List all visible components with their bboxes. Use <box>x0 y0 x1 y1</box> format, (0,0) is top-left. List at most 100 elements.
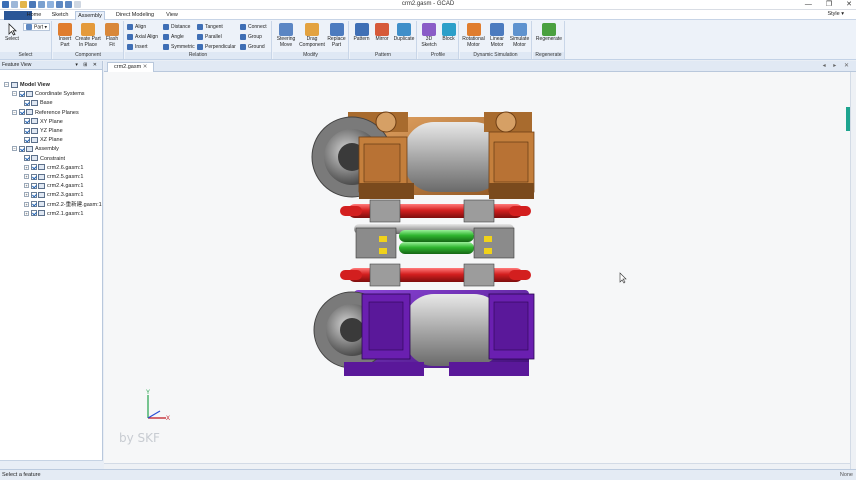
tree-expander-icon[interactable]: − <box>12 146 17 152</box>
style-menu[interactable]: Style ▾ <box>827 11 844 17</box>
tree-item[interactable]: − Coordinate Systems <box>12 90 85 99</box>
status-right: None <box>839 472 853 478</box>
insert-relation-button[interactable]: Insert <box>127 43 148 51</box>
tree-expander-icon[interactable]: + <box>24 201 29 207</box>
insert-part-button[interactable]: Insert Part <box>55 23 75 48</box>
linear-motor-label: Linear Motor <box>490 36 504 48</box>
tree-item[interactable]: − Reference Planes <box>12 109 79 118</box>
tree-item[interactable]: + crm2.1.gasm:1 <box>24 210 83 219</box>
part-filter-dropdown[interactable]: Part ▾ <box>23 23 51 31</box>
visibility-checkbox[interactable] <box>19 145 25 152</box>
symmetric-label: Symmetric <box>171 44 195 50</box>
tree-item[interactable]: + crm2.4.gasm:1 <box>24 182 83 191</box>
block-button[interactable]: Block <box>439 23 458 43</box>
steering-move-button[interactable]: Steering Move <box>274 23 298 48</box>
document-tab-crm2[interactable]: crm2.gasm ✕ <box>107 62 155 72</box>
top-motor[interactable] <box>311 111 535 199</box>
rotational-motor-label: Rotational Motor <box>462 36 485 48</box>
close-button[interactable]: ✕ <box>846 0 852 9</box>
select-button[interactable]: Select <box>2 23 22 43</box>
minimize-button[interactable]: — <box>805 0 812 9</box>
tree-expander-icon[interactable]: − <box>12 109 17 115</box>
visibility-checkbox[interactable] <box>24 155 30 162</box>
tree-expander-icon[interactable]: + <box>24 164 29 170</box>
create-part-in-place-button[interactable]: Create Part In Place <box>75 23 101 48</box>
duplicate-button[interactable]: Duplicate <box>392 23 416 43</box>
document-nav-controls[interactable]: ◂ ▸ ✕ <box>823 62 852 69</box>
tree-expander-icon[interactable]: + <box>24 183 29 189</box>
visibility-checkbox[interactable] <box>31 164 37 171</box>
group-label-modify: Modify <box>273 52 348 59</box>
tab-close-icon[interactable]: ✕ <box>143 64 148 70</box>
visibility-checkbox[interactable] <box>24 136 30 143</box>
visibility-checkbox[interactable] <box>31 182 37 189</box>
app-window: crm2.gasm - GCAD — ❐ ✕ Home Sketch Assem… <box>0 0 856 480</box>
group-button[interactable]: Group <box>240 33 262 41</box>
pattern-button[interactable]: Pattern <box>351 23 372 43</box>
tree-expander-icon[interactable]: − <box>12 91 17 97</box>
tree-item[interactable]: + crm2.5.gasm:1 <box>24 173 83 182</box>
visibility-checkbox[interactable] <box>31 210 37 217</box>
linear-motor-button[interactable]: Linear Motor <box>486 23 508 48</box>
roller-stack[interactable] <box>340 199 531 287</box>
tab-direct-modeling[interactable]: Direct Modeling <box>110 11 160 20</box>
tree-item[interactable]: + crm2.3.gasm:1 <box>24 191 83 200</box>
3d-sketch-label: 3D Sketch <box>421 36 437 48</box>
bottom-motor[interactable] <box>313 290 535 376</box>
tree-item[interactable]: + crm2.2-重新建.gasm:1 <box>24 201 102 210</box>
tree-item[interactable]: YZ Plane <box>24 127 63 136</box>
tree-expander-icon[interactable]: + <box>24 174 29 180</box>
parallel-button[interactable]: Parallel <box>197 33 222 41</box>
tree-item-label: crm2.3.gasm:1 <box>47 192 84 199</box>
ribbon-group-select: Select Part ▾ Select <box>0 21 52 59</box>
symmetric-button[interactable]: Symmetric <box>163 43 195 51</box>
axial-align-button[interactable]: Axial Align <box>127 33 158 41</box>
distance-button[interactable]: Distance <box>163 23 190 31</box>
visibility-checkbox[interactable] <box>24 99 30 106</box>
tree-item[interactable]: XZ Plane <box>24 136 63 145</box>
regenerate-button[interactable]: Regenerate <box>534 23 564 43</box>
tree-item[interactable]: − Assembly <box>12 145 59 154</box>
maximize-button[interactable]: ❐ <box>826 0 832 9</box>
ground-button[interactable]: Ground <box>240 43 265 51</box>
visibility-checkbox[interactable] <box>31 191 37 198</box>
tree-item[interactable]: Base <box>24 99 53 108</box>
align-icon <box>127 23 133 30</box>
tree-expander-icon[interactable]: + <box>24 210 29 216</box>
3d-viewport[interactable]: Y X <box>104 72 850 469</box>
tab-assembly[interactable]: Assembly <box>75 11 105 20</box>
rotational-motor-button[interactable]: Rotational Motor <box>461 23 486 48</box>
axial-align-icon <box>127 33 133 40</box>
visibility-checkbox[interactable] <box>19 109 25 116</box>
connect-button[interactable]: Connect <box>240 23 267 31</box>
tree-item[interactable]: XY Plane <box>24 118 63 127</box>
tree-item[interactable]: Constraint <box>24 155 65 164</box>
tree-node-icon <box>38 164 45 171</box>
tab-home[interactable]: Home <box>22 11 46 20</box>
tree-item[interactable]: + crm2.6.gasm:1 <box>24 164 83 173</box>
visibility-checkbox[interactable] <box>19 90 25 97</box>
visibility-checkbox[interactable] <box>31 173 37 180</box>
align-button[interactable]: Align <box>127 23 146 31</box>
replace-part-button[interactable]: Replace Part <box>325 23 348 48</box>
visibility-checkbox[interactable] <box>24 118 30 125</box>
flash-fit-button[interactable]: Flash Fit <box>102 23 122 48</box>
tangent-button[interactable]: Tangent <box>197 23 223 31</box>
simulate-motor-button[interactable]: Simulate Motor <box>508 23 531 48</box>
panel-controls[interactable]: ▾ ⊞ ✕ <box>75 61 99 70</box>
tree-expander-icon[interactable]: + <box>24 192 29 198</box>
mirror-icon <box>375 23 389 36</box>
drag-component-button[interactable]: Drag Component <box>299 23 325 48</box>
tree-node-icon <box>26 90 33 97</box>
perpendicular-button[interactable]: Perpendicular <box>197 43 236 51</box>
visibility-checkbox[interactable] <box>24 127 30 134</box>
angle-button[interactable]: Angle <box>163 33 184 41</box>
vertical-scrollbar[interactable] <box>850 72 856 469</box>
tree-item[interactable]: − Model View <box>4 81 50 90</box>
mirror-button[interactable]: Mirror <box>372 23 392 43</box>
tree-expander-icon[interactable]: − <box>4 82 9 88</box>
tab-sketch[interactable]: Sketch <box>48 11 72 20</box>
visibility-checkbox[interactable] <box>31 201 37 208</box>
tab-view[interactable]: View <box>162 11 182 20</box>
3d-sketch-button[interactable]: 3D Sketch <box>419 23 439 48</box>
